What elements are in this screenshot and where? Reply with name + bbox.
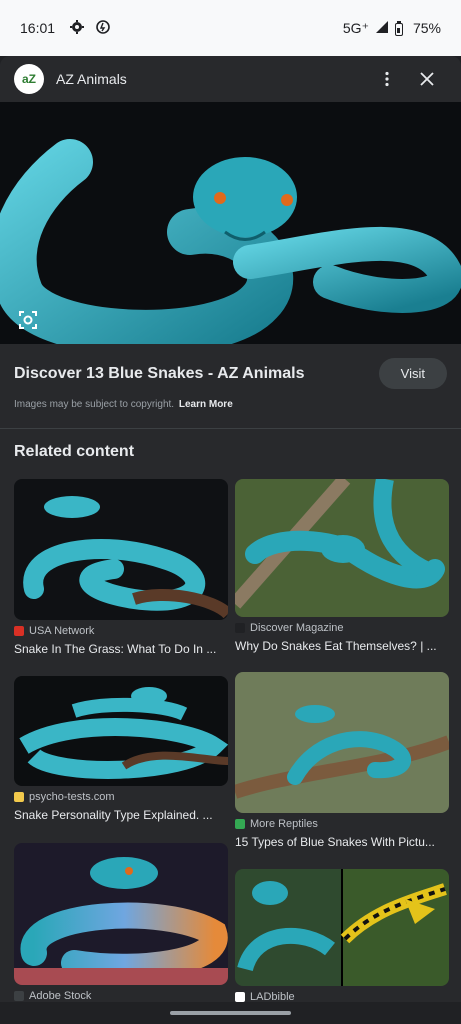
learn-more-link[interactable]: Learn More bbox=[179, 399, 233, 410]
close-icon[interactable] bbox=[407, 59, 447, 99]
status-time: 16:01 bbox=[20, 20, 56, 36]
related-thumbnail[interactable] bbox=[235, 672, 449, 813]
source-favicon-icon bbox=[235, 819, 245, 829]
related-caption[interactable]: 15 Types of Blue Snakes With Pictu... bbox=[235, 835, 449, 849]
source-favicon-icon bbox=[235, 623, 245, 633]
battery-icon bbox=[394, 20, 403, 36]
related-heading: Related content bbox=[14, 443, 135, 460]
home-gesture-handle[interactable] bbox=[170, 1011, 291, 1015]
source-favicon-icon bbox=[14, 991, 24, 1001]
related-thumbnail[interactable] bbox=[235, 869, 449, 986]
image-preview-sheet: aZ AZ Animals Discover 13 Blue Snakes - … bbox=[0, 56, 461, 1024]
copyright-text: Images may be subject to copyright. bbox=[14, 399, 175, 410]
network-type: 5G⁺ bbox=[342, 19, 369, 36]
source-favicon-icon bbox=[14, 626, 24, 636]
related-source: psycho-tests.com bbox=[14, 791, 228, 803]
copyright-notice: Images may be subject to copyright. Lear… bbox=[0, 389, 461, 410]
source-favicon-icon bbox=[14, 792, 24, 802]
site-logo[interactable]: aZ bbox=[14, 64, 44, 94]
related-card[interactable]: Adobe Stock bbox=[14, 843, 228, 1002]
status-bar: 16:01 5G⁺ 75% bbox=[0, 0, 461, 56]
related-thumbnail[interactable] bbox=[14, 843, 228, 985]
related-card[interactable]: More Reptiles 15 Types of Blue Snakes Wi… bbox=[235, 672, 449, 849]
preview-header: aZ AZ Animals bbox=[0, 56, 461, 102]
hero-image[interactable] bbox=[0, 102, 461, 344]
related-thumbnail[interactable] bbox=[235, 479, 449, 617]
related-caption[interactable]: Snake Personality Type Explained. ... bbox=[14, 808, 228, 822]
related-card[interactable]: LADbible bbox=[235, 869, 449, 1003]
related-source: More Reptiles bbox=[235, 818, 449, 830]
related-caption[interactable]: Snake In The Grass: What To Do In ... bbox=[14, 642, 228, 656]
more-vert-icon[interactable] bbox=[367, 59, 407, 99]
related-source: Adobe Stock bbox=[14, 990, 228, 1002]
related-source: Discover Magazine bbox=[235, 622, 449, 634]
related-card[interactable]: psycho-tests.com Snake Personality Type … bbox=[14, 676, 228, 822]
site-name[interactable]: AZ Animals bbox=[56, 71, 127, 87]
lens-icon[interactable] bbox=[14, 306, 42, 334]
data-saver-icon bbox=[95, 19, 111, 38]
related-caption[interactable]: Why Do Snakes Eat Themselves? | ... bbox=[235, 639, 449, 653]
source-favicon-icon bbox=[235, 992, 245, 1002]
related-thumbnail[interactable] bbox=[14, 479, 228, 620]
related-thumbnail[interactable] bbox=[14, 676, 228, 786]
page-title[interactable]: Discover 13 Blue Snakes - AZ Animals bbox=[14, 365, 379, 383]
settings-gear-icon bbox=[69, 19, 85, 38]
related-card[interactable]: USA Network Snake In The Grass: What To … bbox=[14, 479, 228, 656]
title-row: Discover 13 Blue Snakes - AZ Animals Vis… bbox=[0, 344, 461, 389]
signal-icon bbox=[375, 20, 389, 37]
visit-button[interactable]: Visit bbox=[378, 358, 447, 389]
related-source: USA Network bbox=[14, 625, 228, 637]
battery-percent: 75% bbox=[412, 20, 441, 36]
navigation-bar bbox=[0, 1002, 461, 1024]
related-grid: USA Network Snake In The Grass: What To … bbox=[0, 461, 461, 1021]
related-card[interactable]: Discover Magazine Why Do Snakes Eat Them… bbox=[235, 479, 449, 653]
